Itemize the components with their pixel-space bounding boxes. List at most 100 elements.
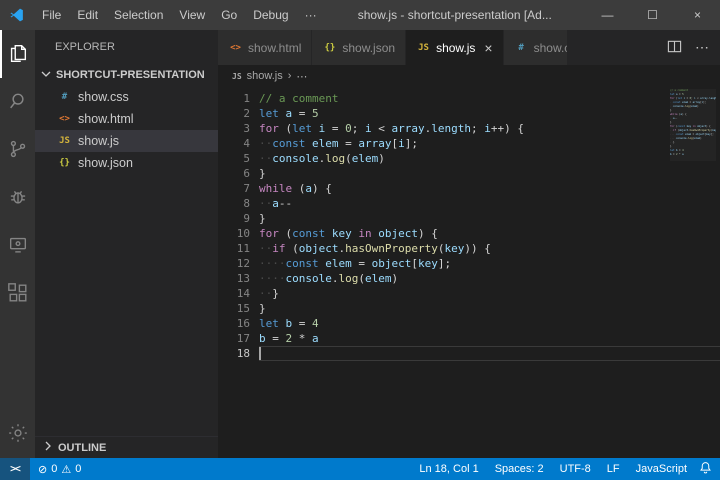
menu-debug[interactable]: Debug (245, 0, 296, 30)
line-text: let b = 4 (259, 316, 720, 331)
status-ln-18-col-1[interactable]: Ln 18, Col 1 (411, 463, 486, 475)
code-line-18[interactable]: 18 (218, 346, 720, 361)
minimize-button[interactable]: — (585, 0, 630, 30)
gear-icon (9, 422, 29, 447)
folder-section-header[interactable]: SHORTCUT-PRESENTATION (35, 64, 218, 86)
tab-label: show.json (342, 41, 395, 55)
code-line-12[interactable]: 12····const elem = object[key]; (218, 256, 720, 271)
line-number: 8 (218, 196, 250, 211)
remote-indicator[interactable]: >< (0, 458, 30, 480)
line-number: 11 (218, 241, 250, 256)
code-line-1[interactable]: 1// a comment (218, 91, 720, 106)
tab-show-json[interactable]: {}show.json (312, 30, 406, 65)
activity-run-debug[interactable] (0, 174, 35, 222)
file-item-show-html[interactable]: <>show.html (35, 108, 218, 130)
tab-show-css[interactable]: #show.css (504, 30, 568, 65)
line-text: ····const elem = object[key]; (259, 256, 720, 271)
menu-selection[interactable]: Selection (106, 0, 171, 30)
minimap-content: // a commentlet a = 5for (let i = 0; i <… (670, 89, 716, 161)
code-line-3[interactable]: 3for (let i = 0; i < array.length; i++) … (218, 121, 720, 136)
code-editor[interactable]: 1// a comment2let a = 53for (let i = 0; … (218, 87, 720, 458)
menu-go[interactable]: Go (213, 0, 245, 30)
outline-section-header[interactable]: OUTLINE (35, 436, 218, 458)
code-line-10[interactable]: 10for (const key in object) { (218, 226, 720, 241)
status-utf-8[interactable]: UTF-8 (552, 463, 599, 475)
close-button[interactable]: × (675, 0, 720, 30)
close-tab-icon[interactable]: × (484, 41, 492, 55)
tab-show-js[interactable]: JS show.js × (406, 30, 504, 65)
line-number: 5 (218, 151, 250, 166)
activity-search[interactable] (0, 78, 35, 126)
minimap[interactable]: // a commentlet a = 5for (let i = 0; i <… (670, 89, 716, 161)
minimap-line (670, 157, 716, 161)
file-type-icon: JS (416, 43, 431, 53)
code-line-13[interactable]: 13····console.log(elem) (218, 271, 720, 286)
line-text: while (a) { (259, 181, 720, 196)
tab-show-html[interactable]: <>show.html (218, 30, 312, 65)
line-text: // a comment (259, 91, 720, 106)
chevron-down-icon (38, 66, 54, 85)
status-javascript[interactable]: JavaScript (628, 463, 695, 475)
activity-remote-explorer[interactable] (0, 222, 35, 270)
code-line-7[interactable]: 7while (a) { (218, 181, 720, 196)
window-controls: — ☐ × (585, 0, 720, 30)
search-icon (9, 90, 29, 115)
activity-source-control[interactable] (0, 126, 35, 174)
menu-view[interactable]: View (171, 0, 213, 30)
code-line-17[interactable]: 17b = 2 * a (218, 331, 720, 346)
editor-group: <>show.html{}show.json JS show.js × #show.cs… (218, 30, 720, 458)
breadcrumb-file[interactable]: show.js (247, 70, 283, 82)
file-name: show.json (78, 156, 133, 170)
file-list: #show.css<>show.htmlJSshow.js{}show.json (35, 86, 218, 174)
line-text: ··a-- (259, 196, 720, 211)
text-cursor (259, 347, 261, 360)
code-line-15[interactable]: 15} (218, 301, 720, 316)
split-editor-button[interactable] (660, 30, 688, 65)
file-item-show-css[interactable]: #show.css (35, 86, 218, 108)
menu-file[interactable]: File (34, 0, 69, 30)
files-icon (9, 42, 29, 67)
file-item-show-json[interactable]: {}show.json (35, 152, 218, 174)
activity-extensions[interactable] (0, 270, 35, 318)
more-actions-button[interactable]: ⋯ (688, 30, 716, 65)
status-right-items: Ln 18, Col 1Spaces: 2UTF-8LFJavaScript (411, 463, 695, 475)
line-number: 9 (218, 211, 250, 226)
sidebar-title: EXPLORER (35, 30, 218, 64)
breadcrumb-more[interactable]: ⋯ (296, 70, 307, 83)
warning-icon: ⚠ (61, 463, 71, 476)
code-line-14[interactable]: 14··} (218, 286, 720, 301)
code-line-6[interactable]: 6} (218, 166, 720, 181)
tab-bar: <>show.html{}show.json JS show.js × #show.cs… (218, 30, 720, 65)
maximize-button[interactable]: ☐ (630, 0, 675, 30)
problems-status[interactable]: ⊘ 0 ⚠ 0 (30, 463, 89, 476)
line-number: 4 (218, 136, 250, 151)
file-item-show-js[interactable]: JSshow.js (35, 130, 218, 152)
status-bar: >< ⊘ 0 ⚠ 0 Ln 18, Col 1Spaces: 2UTF-8LFJ… (0, 458, 720, 480)
file-type-icon: <> (57, 114, 72, 124)
line-number: 2 (218, 106, 250, 121)
code-lines: 1// a comment2let a = 53for (let i = 0; … (218, 91, 720, 361)
title-bar: FileEditSelectionViewGoDebug··· show.js … (0, 0, 720, 30)
code-line-9[interactable]: 9} (218, 211, 720, 226)
menu-more[interactable]: ··· (297, 0, 325, 30)
main-area: EXPLORER SHORTCUT-PRESENTATION #show.css… (0, 30, 720, 458)
status-spaces-2[interactable]: Spaces: 2 (487, 463, 552, 475)
code-line-11[interactable]: 11··if (object.hasOwnProperty(key)) { (218, 241, 720, 256)
line-number: 13 (218, 271, 250, 286)
code-line-5[interactable]: 5··console.log(elem) (218, 151, 720, 166)
code-line-16[interactable]: 16let b = 4 (218, 316, 720, 331)
code-line-4[interactable]: 4··const elem = array[i]; (218, 136, 720, 151)
editor-actions: ⋯ (660, 30, 720, 65)
file-type-icon: <> (228, 43, 243, 53)
remote-explorer-icon (9, 234, 29, 259)
menu-edit[interactable]: Edit (69, 0, 106, 30)
line-number: 15 (218, 301, 250, 316)
tab-label: show.js (436, 41, 475, 55)
status-lf[interactable]: LF (599, 463, 628, 475)
code-line-8[interactable]: 8 ··a-- (218, 196, 720, 211)
code-line-2[interactable]: 2let a = 5 (218, 106, 720, 121)
activity-bar (0, 30, 35, 458)
notifications-bell-button[interactable] (695, 461, 720, 477)
activity-manage[interactable] (0, 410, 35, 458)
activity-explorer[interactable] (0, 30, 35, 78)
